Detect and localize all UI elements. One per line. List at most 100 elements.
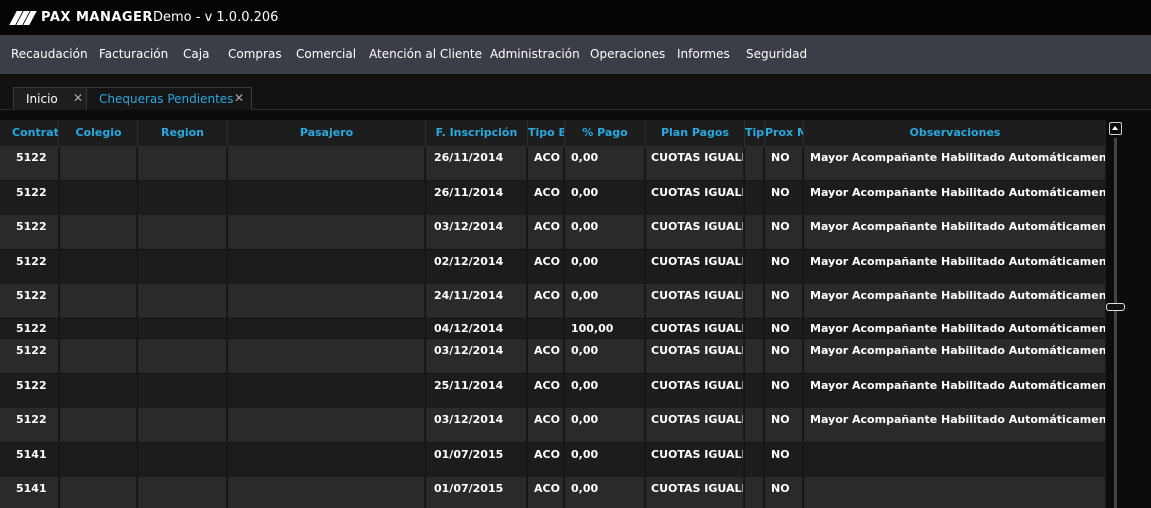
menu-operaciones[interactable]: Operaciones	[590, 47, 665, 61]
cell-plan-pagos: CUOTAS IGUALES	[646, 477, 744, 508]
cell-pasajero	[228, 408, 425, 442]
menu-atencion-al-cliente[interactable]: Atención al Cliente	[369, 47, 482, 61]
cell-fecha-inscripcion: 03/12/2014	[426, 215, 527, 249]
cell-plan-pagos: CUOTAS IGUALES	[646, 250, 744, 284]
cell-plan-pagos: CUOTAS IGUALES	[646, 181, 744, 215]
table-row[interactable]: 5141 01/07/2015ACO0,00CUOTAS IGUALES NO	[0, 443, 1106, 477]
chequeras-table: Contrato Colegio Region Pasajero F. Insc…	[0, 120, 1106, 508]
cell-pago: 0,00	[565, 477, 645, 508]
column-header-region[interactable]: Region	[138, 120, 228, 146]
table-row[interactable]: 5122 24/11/2014ACO0,00CUOTAS IGUALES NOMay…	[0, 284, 1106, 318]
table-row[interactable]: 5122 03/12/2014ACO0,00CUOTAS IGUALES NOMay…	[0, 215, 1106, 249]
column-header-pasajero[interactable]: Pasajero	[228, 120, 426, 146]
table-row[interactable]: 5122 25/11/2014ACO0,00CUOTAS IGUALES NOMay…	[0, 374, 1106, 408]
tab-chequeras-pendientes[interactable]: Chequeras Pendientes ✕	[86, 87, 252, 110]
column-header-tip[interactable]: Tip	[745, 120, 765, 146]
cell-region	[138, 181, 227, 215]
menu-caja[interactable]: Caja	[183, 47, 209, 61]
scroll-thumb[interactable]	[1106, 303, 1125, 311]
cell-tipo-b: ACO	[528, 215, 564, 249]
cell-tip	[745, 181, 764, 215]
cell-observaciones: Mayor Acompañante Habilitado Automáticam…	[804, 408, 1106, 442]
column-header-observaciones[interactable]: Observaciones	[804, 120, 1106, 146]
cell-tipo-b	[528, 319, 564, 338]
cell-colegio	[60, 215, 137, 249]
tab-inicio[interactable]: Inicio ✕	[13, 87, 87, 110]
cell-pago: 0,00	[565, 181, 645, 215]
cell-tipo-b: ACO	[528, 250, 564, 284]
cell-pasajero	[228, 181, 425, 215]
cell-observaciones: Mayor Acompañante Habilitado Automáticam…	[804, 319, 1106, 338]
table-row[interactable]: 5122 26/11/2014ACO0,00CUOTAS IGUALES NOMay…	[0, 146, 1106, 180]
cell-colegio	[60, 250, 137, 284]
menu-facturacion[interactable]: Facturación	[99, 47, 168, 61]
cell-region	[138, 215, 227, 249]
cell-contrato: 5122	[0, 250, 59, 284]
cell-contrato: 5141	[0, 443, 59, 477]
cell-plan-pagos: CUOTAS IGUALES	[646, 408, 744, 442]
scroll-track[interactable]	[1114, 138, 1117, 508]
scroll-up-icon[interactable]	[1109, 122, 1122, 135]
cell-pago: 0,00	[565, 146, 645, 180]
tab-strip: Inicio ✕ Chequeras Pendientes ✕	[0, 74, 1151, 110]
cell-region	[138, 250, 227, 284]
table-header: Contrato Colegio Region Pasajero F. Insc…	[0, 120, 1106, 147]
menu-administracion[interactable]: Administración	[490, 47, 580, 61]
cell-prox-m: NO	[765, 443, 803, 477]
column-header-fecha-inscripcion[interactable]: F. Inscripción	[426, 120, 528, 146]
menu-compras[interactable]: Compras	[228, 47, 282, 61]
column-header-pago[interactable]: % Pago	[565, 120, 646, 146]
cell-contrato: 5122	[0, 408, 59, 442]
cell-prox-m: NO	[765, 181, 803, 215]
column-header-plan-pagos[interactable]: Plan Pagos	[646, 120, 745, 146]
cell-tip	[745, 319, 764, 338]
column-header-colegio[interactable]: Colegio	[60, 120, 138, 146]
table-row[interactable]: 5141 01/07/2015ACO0,00CUOTAS IGUALES NO	[0, 477, 1106, 508]
cell-region	[138, 443, 227, 477]
menu-comercial[interactable]: Comercial	[296, 47, 356, 61]
menu-seguridad[interactable]: Seguridad	[746, 47, 807, 61]
cell-tip	[745, 284, 764, 318]
cell-tipo-b: ACO	[528, 146, 564, 180]
close-icon[interactable]: ✕	[73, 91, 83, 105]
cell-observaciones: Mayor Acompañante Habilitado Automáticam…	[804, 215, 1106, 249]
menu-informes[interactable]: Informes	[677, 47, 730, 61]
cell-colegio	[60, 374, 137, 408]
cell-colegio	[60, 181, 137, 215]
cell-tipo-b: ACO	[528, 339, 564, 373]
cell-prox-m: NO	[765, 408, 803, 442]
cell-region	[138, 477, 227, 508]
app-title: Demo - v 1.0.0.206	[153, 10, 279, 25]
cell-prox-m: NO	[765, 215, 803, 249]
cell-observaciones: Mayor Acompañante Habilitado Automáticam…	[804, 146, 1106, 180]
column-header-tipo-b[interactable]: Tipo B	[528, 120, 565, 146]
cell-pasajero	[228, 443, 425, 477]
close-icon[interactable]: ✕	[234, 91, 244, 105]
cell-contrato: 5122	[0, 215, 59, 249]
cell-colegio	[60, 339, 137, 373]
table-row[interactable]: 5122 03/12/2014ACO0,00CUOTAS IGUALES NOMay…	[0, 339, 1106, 373]
table-row[interactable]: 5122 03/12/2014ACO0,00CUOTAS IGUALES NOMay…	[0, 408, 1106, 442]
cell-pago: 0,00	[565, 284, 645, 318]
cell-colegio	[60, 284, 137, 318]
cell-prox-m: NO	[765, 284, 803, 318]
cell-tipo-b: ACO	[528, 284, 564, 318]
column-header-contrato[interactable]: Contrato	[0, 120, 59, 146]
cell-fecha-inscripcion: 01/07/2015	[426, 443, 527, 477]
cell-pago: 0,00	[565, 215, 645, 249]
cell-tip	[745, 250, 764, 284]
cell-pasajero	[228, 374, 425, 408]
vertical-scrollbar[interactable]	[1106, 120, 1125, 508]
cell-pago: 0,00	[565, 339, 645, 373]
tab-label: Chequeras Pendientes	[99, 92, 234, 106]
menu-recaudacion[interactable]: Recaudación	[11, 47, 88, 61]
cell-observaciones: Mayor Acompañante Habilitado Automáticam…	[804, 339, 1106, 373]
table-row[interactable]: 5122 04/12/2014 100,00CUOTAS IGUALES NOMayo…	[0, 319, 1106, 338]
table-row[interactable]: 5122 26/11/2014ACO0,00CUOTAS IGUALES NOMay…	[0, 181, 1106, 215]
column-header-prox-m[interactable]: Prox M	[765, 120, 804, 146]
cell-pasajero	[228, 250, 425, 284]
table-row[interactable]: 5122 02/12/2014ACO0,00CUOTAS IGUALES NOMay…	[0, 250, 1106, 284]
cell-pago: 0,00	[565, 250, 645, 284]
cell-observaciones: Mayor Acompañante Habilitado Automáticam…	[804, 181, 1106, 215]
cell-fecha-inscripcion: 03/12/2014	[426, 339, 527, 373]
